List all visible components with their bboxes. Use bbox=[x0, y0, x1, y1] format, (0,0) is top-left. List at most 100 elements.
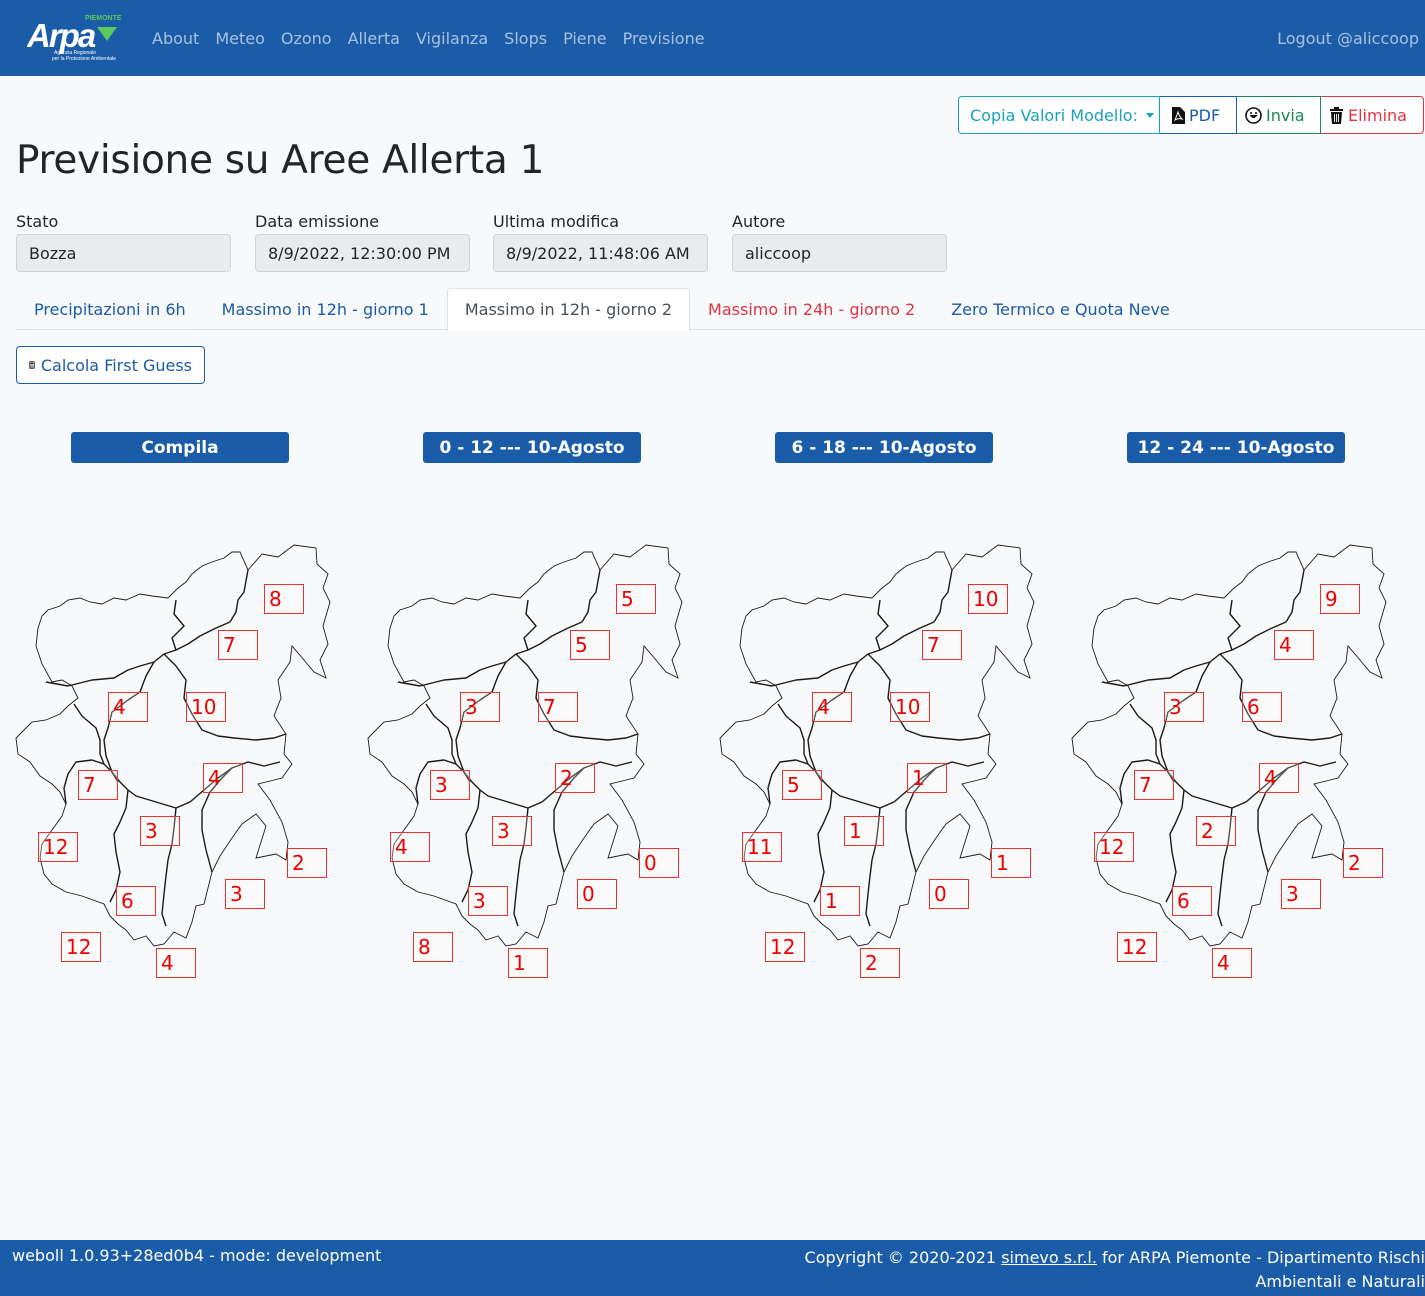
tab-precipitazioni-6h[interactable]: Precipitazioni in 6h bbox=[16, 288, 204, 330]
field-autore: Autore aliccoop bbox=[732, 212, 947, 272]
area-value-box[interactable]: 10 bbox=[186, 692, 226, 722]
field-stato-label: Stato bbox=[16, 212, 59, 231]
arpa-logo[interactable]: PIEMONTE Arpa Agenzia Regionale per la P… bbox=[26, 13, 129, 63]
field-ultima-modifica-label: Ultima modifica bbox=[493, 212, 620, 231]
file-pdf-icon bbox=[1172, 106, 1185, 124]
panel-title: 0 - 12 --- 10-Agosto bbox=[423, 432, 641, 463]
area-value-box: 5 bbox=[782, 770, 822, 800]
tab-massimo-12h-giorno-2[interactable]: Massimo in 12h - giorno 2 bbox=[446, 288, 691, 331]
pdf-button-label: PDF bbox=[1189, 105, 1221, 125]
area-value-box: 7 bbox=[1134, 770, 1174, 800]
area-border-2 bbox=[397, 649, 529, 687]
calcola-first-guess-button[interactable]: Calcola First Guess bbox=[16, 346, 205, 384]
nav-link-about[interactable]: About bbox=[144, 29, 207, 48]
pdf-button[interactable]: PDF bbox=[1160, 96, 1237, 134]
nav-link-slops[interactable]: Slops bbox=[496, 29, 555, 48]
area-value-box[interactable]: 4 bbox=[156, 948, 196, 978]
area-value-box: 10 bbox=[968, 584, 1008, 614]
area-value-box: 1 bbox=[907, 763, 947, 793]
calculator-icon bbox=[29, 361, 35, 369]
area-value-box[interactable]: 2 bbox=[287, 848, 327, 878]
nav-link-allerta[interactable]: Allerta bbox=[340, 29, 408, 48]
nav-links: About Meteo Ozono Allerta Vigilanza Slop… bbox=[144, 0, 713, 76]
area-value-box[interactable]: 7 bbox=[78, 770, 118, 800]
area-value-box: 6 bbox=[1242, 692, 1282, 722]
field-ultima-modifica-value: 8/9/2022, 11:48:06 AM bbox=[493, 234, 708, 272]
forecast-panel-1: Compila 8 7 4 10 7 4 3 12 2 6 3 12 4 bbox=[15, 432, 368, 1022]
area-value-box: 12 bbox=[765, 932, 805, 962]
navbar: PIEMONTE Arpa Agenzia Regionale per la P… bbox=[0, 0, 1425, 76]
area-value-box: 11 bbox=[742, 832, 782, 862]
panel-title: 12 - 24 --- 10-Agosto bbox=[1127, 432, 1345, 463]
area-value-box: 1 bbox=[508, 948, 548, 978]
area-value-box[interactable]: 8 bbox=[264, 584, 304, 614]
footer-version: weboll 1.0.93+28ed0b4 - mode: developmen… bbox=[12, 1246, 382, 1265]
tab-massimo-12h-giorno-1[interactable]: Massimo in 12h - giorno 1 bbox=[204, 288, 447, 330]
area-value-box: 3 bbox=[1164, 692, 1204, 722]
tab-zero-termico-quota-neve[interactable]: Zero Termico e Quota Neve bbox=[933, 288, 1188, 330]
area-value-box: 5 bbox=[570, 630, 610, 660]
area-border-2 bbox=[1101, 649, 1233, 687]
field-stato: Stato Bozza bbox=[16, 212, 231, 272]
area-value-box[interactable]: 4 bbox=[203, 763, 243, 793]
area-value-box[interactable]: 3 bbox=[140, 816, 180, 846]
action-button-group: Copia Valori Modello: PDF Invia Elimina bbox=[958, 96, 1424, 134]
area-value-box: 3 bbox=[1281, 879, 1321, 909]
panel-title: 6 - 18 --- 10-Agosto bbox=[775, 432, 993, 463]
svg-text:Arpa: Arpa bbox=[27, 17, 96, 54]
footer-copyright-prefix: Copyright © 2020-2021 bbox=[804, 1248, 997, 1267]
calcola-first-guess-label: Calcola First Guess bbox=[40, 355, 192, 375]
area-value-box: 3 bbox=[430, 770, 470, 800]
nav-link-piene[interactable]: Piene bbox=[555, 29, 615, 48]
area-border-7 bbox=[1167, 761, 1337, 809]
panel-title: Compila bbox=[71, 432, 289, 463]
area-value-box: 4 bbox=[1259, 763, 1299, 793]
area-value-box: 3 bbox=[468, 886, 508, 916]
area-value-box[interactable]: 12 bbox=[61, 932, 101, 962]
field-data-emissione: Data emissione 8/9/2022, 12:30:00 PM bbox=[255, 212, 470, 272]
area-value-box: 9 bbox=[1320, 584, 1360, 614]
copy-model-values-label: Copia Valori Modello: bbox=[970, 105, 1138, 125]
forecast-panel-3: 6 - 18 --- 10-Agosto 10 7 4 10 5 1 1 11 1 1 0 12 2 bbox=[719, 432, 1072, 1022]
forecast-panel-4: 12 - 24 --- 10-Agosto 9 4 3 6 7 4 2 12 2 6 3 12 4 bbox=[1071, 432, 1424, 1022]
area-border-7 bbox=[111, 761, 281, 809]
send-button[interactable]: Invia bbox=[1237, 96, 1321, 134]
tab-bar: Precipitazioni in 6h Massimo in 12h - gi… bbox=[16, 288, 1425, 331]
send-button-label: Invia bbox=[1266, 105, 1305, 125]
area-value-box: 12 bbox=[1117, 932, 1157, 962]
area-value-box: 3 bbox=[460, 692, 500, 722]
area-border-2 bbox=[45, 649, 177, 687]
tab-massimo-24h-giorno-2[interactable]: Massimo in 24h - giorno 2 bbox=[690, 288, 933, 330]
area-value-box: 1 bbox=[820, 886, 860, 916]
footer-company-link[interactable]: simevo s.r.l. bbox=[1001, 1248, 1097, 1267]
area-value-box[interactable]: 4 bbox=[108, 692, 148, 722]
area-value-box: 4 bbox=[1274, 630, 1314, 660]
footer-copyright: Copyright © 2020-2021 simevo s.r.l. for … bbox=[745, 1246, 1425, 1294]
area-value-box: 6 bbox=[1172, 886, 1212, 916]
caret-down-icon bbox=[1145, 112, 1154, 118]
area-value-box: 12 bbox=[1094, 832, 1134, 862]
delete-button[interactable]: Elimina bbox=[1321, 96, 1424, 134]
area-value-box[interactable]: 7 bbox=[218, 630, 258, 660]
nav-link-ozono[interactable]: Ozono bbox=[273, 29, 340, 48]
area-border-2 bbox=[749, 649, 881, 687]
field-autore-label: Autore bbox=[732, 212, 786, 231]
logout-link[interactable]: Logout @aliccoop bbox=[1277, 0, 1419, 76]
page-title: Previsione su Aree Allerta 1 bbox=[16, 138, 545, 183]
field-data-emissione-label: Data emissione bbox=[255, 212, 380, 231]
nav-link-vigilanza[interactable]: Vigilanza bbox=[408, 29, 496, 48]
copy-model-values-dropdown[interactable]: Copia Valori Modello: bbox=[958, 96, 1160, 134]
area-value-box: 7 bbox=[922, 630, 962, 660]
area-value-box: 4 bbox=[812, 692, 852, 722]
area-value-box: 0 bbox=[639, 848, 679, 878]
area-border-7 bbox=[463, 761, 633, 809]
nav-link-previsione[interactable]: Previsione bbox=[615, 29, 713, 48]
area-value-box: 10 bbox=[890, 692, 930, 722]
area-value-box[interactable]: 12 bbox=[38, 832, 78, 862]
footer: weboll 1.0.93+28ed0b4 - mode: developmen… bbox=[0, 1240, 1425, 1296]
area-value-box[interactable]: 6 bbox=[116, 886, 156, 916]
nav-link-meteo[interactable]: Meteo bbox=[207, 29, 273, 48]
area-value-box[interactable]: 3 bbox=[225, 879, 265, 909]
area-value-box: 4 bbox=[1212, 948, 1252, 978]
area-value-box: 7 bbox=[538, 692, 578, 722]
